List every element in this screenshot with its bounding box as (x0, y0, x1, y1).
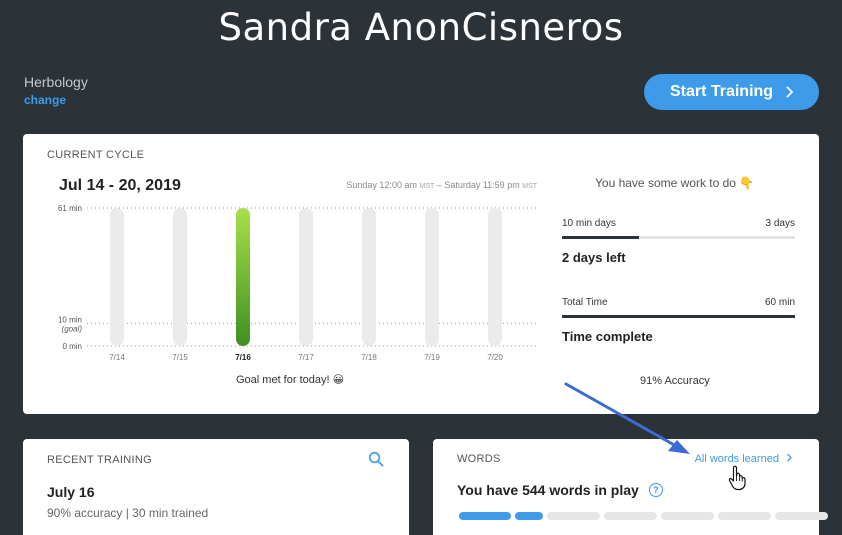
cycle-time-range: Sunday 12:00 am MST – Saturday 11:59 pm … (346, 180, 537, 190)
x-tick-label: 7/14 (109, 353, 125, 362)
y-tick-sublabel: (goal) (62, 324, 83, 333)
cycle-dash: – (436, 180, 442, 190)
bar-track (362, 208, 376, 346)
bar-track (488, 208, 502, 346)
words-label: WORDS (457, 453, 501, 465)
x-tick-label: 7/19 (424, 353, 440, 362)
days-value: 3 days (765, 218, 795, 229)
all-words-label: All words learned (694, 453, 779, 465)
pointer-cursor-icon (728, 465, 746, 491)
goal-message: Goal met for today! 😀 (236, 374, 345, 386)
bar-track (110, 208, 124, 346)
recent-date: July 16 (47, 484, 95, 500)
search-icon[interactable] (368, 451, 384, 467)
bar-value (236, 208, 250, 346)
days-progress-fill (562, 236, 639, 239)
cycle-start-time: Sunday 12:00 am (346, 180, 417, 190)
cycle-start-tz: MST (419, 183, 435, 190)
x-tick-label: 7/18 (361, 353, 377, 362)
recent-training-card: RECENT TRAINING July 16 90% accuracy | 3… (23, 439, 409, 535)
words-progress (459, 512, 828, 520)
x-tick-label: 7/20 (487, 353, 503, 362)
words-segment (718, 512, 771, 520)
bar-track (173, 208, 187, 346)
time-value: 60 min (764, 297, 795, 308)
y-tick-label: 0 min (62, 342, 82, 351)
words-segment (515, 512, 543, 520)
start-training-button[interactable]: Start Training (644, 74, 819, 110)
days-left: 2 days left (562, 250, 626, 265)
time-progress-bar (562, 315, 795, 318)
chevron-right-icon (787, 453, 792, 462)
x-tick-label: 7/15 (172, 353, 188, 362)
bar-track (299, 208, 313, 346)
subject-selector: Herbology change (24, 74, 88, 107)
x-tick-label: 7/17 (298, 353, 314, 362)
recent-label: RECENT TRAINING (47, 454, 152, 466)
start-training-label: Start Training (669, 83, 774, 100)
days-stat: 10 min days 3 days 2 days left (562, 218, 795, 265)
words-segment (547, 512, 600, 520)
days-label: 10 min days (562, 218, 616, 229)
page-title: Sandra AnonCisneros (218, 6, 624, 49)
words-segment (604, 512, 657, 520)
cycle-end-time: Saturday 11:59 pm (444, 180, 520, 190)
words-count-text: You have 544 words in play (457, 482, 639, 498)
days-progress-bar (562, 236, 795, 239)
bar-track (425, 208, 439, 346)
cycle-label: CURRENT CYCLE (47, 149, 145, 161)
words-count: You have 544 words in play ? (457, 482, 663, 498)
time-progress-fill (562, 315, 795, 318)
x-tick-label: 7/16 (235, 353, 251, 362)
time-stat: Total Time 60 min Time complete (562, 297, 795, 344)
words-card: WORDS All words learned You have 544 wor… (433, 439, 828, 535)
words-segment (775, 512, 828, 520)
current-cycle-card: CURRENT CYCLE Jul 14 - 20, 2019 Sunday 1… (23, 134, 819, 414)
help-icon[interactable]: ? (648, 483, 663, 497)
words-segment (459, 512, 511, 520)
y-tick-label: 10 min (58, 315, 82, 324)
y-tick-label: 61 min (58, 204, 82, 213)
change-subject-link[interactable]: change (24, 93, 88, 107)
cycle-end-tz: MST (522, 183, 537, 190)
work-message: You have some work to do 👇 (595, 176, 755, 190)
time-label: Total Time (562, 297, 608, 308)
words-segment (661, 512, 714, 520)
chevron-right-icon (786, 86, 794, 98)
recent-summary: 90% accuracy | 30 min trained (47, 506, 209, 520)
all-words-learned-link[interactable]: All words learned (695, 453, 793, 465)
accuracy: 91% Accuracy (640, 375, 710, 387)
cycle-chart: 0 min 10 min(goal) 61 min 7/14 7/15 7/16 7/17 7… (58, 204, 537, 362)
cycle-date-range: Jul 14 - 20, 2019 (59, 177, 181, 194)
subject-name: Herbology (24, 74, 88, 90)
time-complete: Time complete (562, 329, 653, 344)
